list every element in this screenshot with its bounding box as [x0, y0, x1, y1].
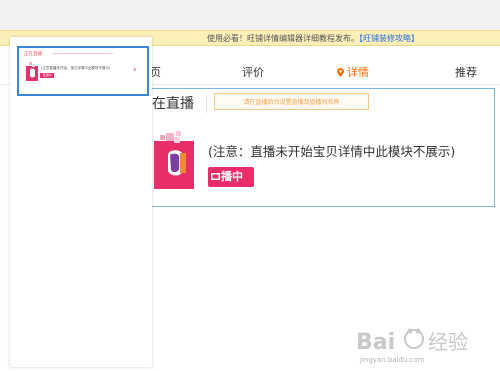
live-name-input[interactable]: 请在直播后台设置直播及直播间名称 — [214, 93, 369, 110]
card-title: 正在直播 — [24, 52, 42, 57]
card-live-badge: 直播中 — [40, 73, 54, 78]
card-note: (注意直播未开始，宝贝详情中此模块不展示) — [41, 66, 111, 70]
module-sidebar: 正在直播 (注意直播未开始，宝贝详情中此模块不展示) 直播中 › — [10, 37, 152, 367]
sidebar-live-module-card[interactable]: 正在直播 (注意直播未开始，宝贝详情中此模块不展示) 直播中 › — [17, 46, 149, 96]
svg-text:Bai: Bai — [356, 330, 395, 355]
tab-detail[interactable]: 详情 — [337, 64, 369, 80]
svg-text:经验: 经验 — [428, 330, 468, 354]
tab-detail-label: 详情 — [347, 66, 369, 79]
live-module[interactable]: 在直播 请在直播后台设置直播及直播间名称 (注意：直播未开始宝贝详情中此模块不展… — [135, 88, 495, 207]
top-bar — [0, 0, 500, 30]
watermark-url: jingyan.baidu.com — [360, 356, 425, 364]
guide-link[interactable]: 【旺铺装修攻略】 — [359, 34, 419, 43]
location-pin-icon — [337, 68, 344, 77]
title-separator — [206, 95, 207, 113]
tab-recommend[interactable]: 推荐 — [455, 64, 477, 80]
chevron-right-icon[interactable]: › — [133, 66, 137, 75]
card-thumbnail-image — [26, 62, 38, 81]
live-badge-label: 播中 — [221, 170, 243, 183]
notice-text: 使用必看！旺铺详情编辑器详细教程发布。【旺铺装修攻略】 — [207, 34, 419, 43]
tab-review[interactable]: 评价 — [242, 64, 264, 80]
module-note: (注意：直播未开始宝贝详情中此模块不展示) — [208, 144, 456, 159]
card-title-line — [53, 53, 113, 54]
tv-icon — [211, 173, 220, 180]
live-thumbnail-image — [154, 131, 194, 189]
live-badge: 播中 — [208, 167, 254, 187]
module-title: 在直播 — [152, 96, 194, 112]
